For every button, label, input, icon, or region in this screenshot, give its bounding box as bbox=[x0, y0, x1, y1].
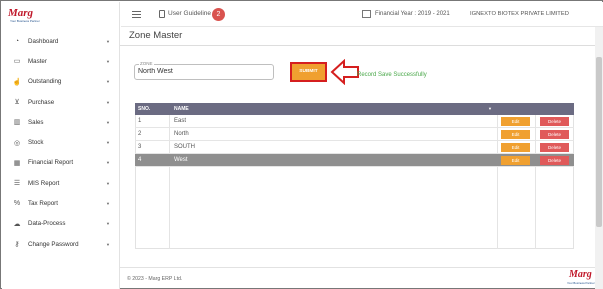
cell-name: North bbox=[174, 131, 189, 137]
dashboard-icon: ◔ bbox=[14, 37, 20, 45]
chevron-down-icon: ▼ bbox=[106, 99, 110, 105]
filter-icon[interactable]: ▼ bbox=[488, 106, 492, 111]
cloud-upload-icon: ☁ bbox=[13, 220, 21, 228]
calendar-icon bbox=[362, 10, 371, 18]
edit-button[interactable]: Edit bbox=[501, 143, 530, 152]
footer-logo: Marg Your Business Partner bbox=[567, 269, 597, 287]
database-icon: ◎ bbox=[13, 139, 21, 147]
cell-sno: 2 bbox=[138, 131, 142, 137]
top-bar: User Guideline 2 Financial Year : 2019 -… bbox=[121, 2, 603, 27]
delete-button[interactable]: Delete bbox=[540, 143, 569, 152]
sidebar-item-stock[interactable]: ◎ Stock ▼ bbox=[2, 132, 120, 152]
copyright-text: © 2023 - Marg ERP Ltd. bbox=[127, 276, 183, 282]
zone-label: ZONE bbox=[139, 61, 154, 66]
logo-tagline: Your Business Partner bbox=[10, 19, 40, 23]
cell-sno: 3 bbox=[138, 144, 142, 150]
chevron-down-icon: ▼ bbox=[106, 38, 110, 44]
company-name[interactable]: IGNEXTO BIOTEX PRIVATE LIMITED bbox=[470, 11, 569, 17]
zone-field[interactable]: ZONE bbox=[134, 61, 274, 80]
sidebar: Marg Your Business Partner ◔ Dashboard ▼… bbox=[2, 2, 120, 289]
footer-divider bbox=[120, 267, 595, 268]
zone-input[interactable] bbox=[138, 68, 268, 75]
sidebar-item-tax-report[interactable]: % Tax Report ▼ bbox=[2, 193, 120, 213]
document-icon[interactable] bbox=[159, 10, 165, 18]
sidebar-item-label: Change Password bbox=[28, 240, 79, 248]
building-icon: ▦ bbox=[13, 159, 21, 167]
percent-icon: % bbox=[13, 200, 21, 208]
header-name[interactable]: NAME bbox=[174, 106, 189, 112]
app-window: Marg Your Business Partner ◔ Dashboard ▼… bbox=[0, 0, 603, 289]
key-icon: ⚷ bbox=[14, 241, 20, 249]
scrollbar-thumb[interactable] bbox=[596, 57, 602, 227]
page-title: Zone Master bbox=[129, 30, 183, 41]
cell-name: West bbox=[174, 157, 188, 163]
footer-logo-text: Marg bbox=[569, 269, 592, 280]
thumbs-up-icon: ☝ bbox=[12, 78, 22, 86]
chevron-down-icon: ▼ bbox=[106, 119, 110, 125]
sidebar-item-label: Dashboard bbox=[28, 37, 59, 45]
sidebar-item-outstanding[interactable]: ☝ Outstanding ▼ bbox=[2, 72, 120, 92]
folder-icon: ▭ bbox=[13, 58, 21, 66]
sidebar-item-label: Financial Report bbox=[28, 159, 74, 167]
edit-button[interactable]: Edit bbox=[501, 156, 530, 165]
table-row[interactable]: 2 North Edit Delete bbox=[135, 128, 574, 141]
edit-button[interactable]: Edit bbox=[501, 117, 530, 126]
chevron-down-icon: ▼ bbox=[106, 221, 110, 227]
hamburger-menu-icon[interactable] bbox=[132, 11, 141, 20]
success-message: Record Save Successfully bbox=[357, 72, 427, 78]
delete-button[interactable]: Delete bbox=[540, 156, 569, 165]
cell-sno: 4 bbox=[138, 157, 142, 163]
chevron-down-icon: ▼ bbox=[106, 241, 110, 247]
sidebar-item-label: Master bbox=[28, 57, 47, 65]
sidebar-item-label: MIS Report bbox=[28, 179, 60, 187]
marg-logo[interactable]: Marg Your Business Partner bbox=[8, 7, 48, 25]
notification-badge[interactable]: 2 bbox=[212, 8, 225, 21]
sidebar-item-label: Tax Report bbox=[28, 200, 58, 208]
table-header: SNO. NAME ▼ bbox=[135, 103, 574, 115]
table-row-selected[interactable]: 4 West Edit Delete bbox=[135, 154, 574, 167]
chevron-down-icon: ▼ bbox=[106, 180, 110, 186]
delete-button[interactable]: Delete bbox=[540, 117, 569, 126]
vertical-scrollbar[interactable] bbox=[595, 27, 603, 289]
sidebar-item-change-password[interactable]: ⚷ Change Password ▼ bbox=[2, 234, 120, 254]
chevron-down-icon: ▼ bbox=[106, 160, 110, 166]
cell-name: East bbox=[174, 118, 187, 124]
pointer-arrow-icon bbox=[330, 59, 359, 85]
sidebar-item-label: Purchase bbox=[28, 98, 55, 106]
zone-table: SNO. NAME ▼ 1 East Edit Delete 2 North E… bbox=[135, 103, 574, 167]
sidebar-item-mis-report[interactable]: ☰ MIS Report ▼ bbox=[2, 173, 120, 193]
delete-button[interactable]: Delete bbox=[540, 130, 569, 139]
chevron-down-icon: ▼ bbox=[106, 79, 110, 85]
cart-icon: ⊻ bbox=[14, 99, 20, 107]
sidebar-item-sales[interactable]: ▥ Sales ▼ bbox=[2, 112, 120, 132]
sidebar-item-purchase[interactable]: ⊻ Purchase ▼ bbox=[2, 92, 120, 112]
user-guideline-link[interactable]: User Guideline bbox=[168, 10, 211, 17]
chevron-down-icon: ▼ bbox=[106, 201, 110, 207]
table-row[interactable]: 1 East Edit Delete bbox=[135, 115, 574, 128]
chevron-down-icon: ▼ bbox=[106, 140, 110, 146]
footer-logo-tagline: Your Business Partner bbox=[567, 281, 595, 285]
sidebar-menu: ◔ Dashboard ▼ ▭ Master ▼ ☝ Outstanding ▼… bbox=[2, 31, 120, 254]
logo-text: Marg bbox=[8, 7, 34, 19]
sidebar-item-label: Stock bbox=[28, 139, 44, 147]
sidebar-item-financial-report[interactable]: ▦ Financial Report ▼ bbox=[2, 153, 120, 173]
sidebar-item-master[interactable]: ▭ Master ▼ bbox=[2, 51, 120, 71]
sidebar-item-label: Data-Process bbox=[28, 220, 66, 228]
financial-year-label[interactable]: Financial Year : 2019 - 2021 bbox=[375, 11, 450, 17]
sidebar-item-dashboard[interactable]: ◔ Dashboard ▼ bbox=[2, 31, 120, 51]
submit-button[interactable]: SUBMIT bbox=[290, 62, 327, 82]
table-row[interactable]: 3 SOUTH Edit Delete bbox=[135, 141, 574, 154]
cell-sno: 1 bbox=[138, 118, 142, 124]
sidebar-item-label: Outstanding bbox=[28, 78, 62, 86]
chevron-down-icon: ▼ bbox=[106, 58, 110, 64]
header-sno[interactable]: SNO. bbox=[138, 106, 150, 112]
sidebar-item-data-process[interactable]: ☁ Data-Process ▼ bbox=[2, 214, 120, 234]
edit-button[interactable]: Edit bbox=[501, 130, 530, 139]
cell-name: SOUTH bbox=[174, 144, 195, 150]
list-icon: ☰ bbox=[13, 180, 21, 188]
chart-icon: ▥ bbox=[13, 119, 21, 127]
sidebar-item-label: Sales bbox=[28, 118, 44, 126]
